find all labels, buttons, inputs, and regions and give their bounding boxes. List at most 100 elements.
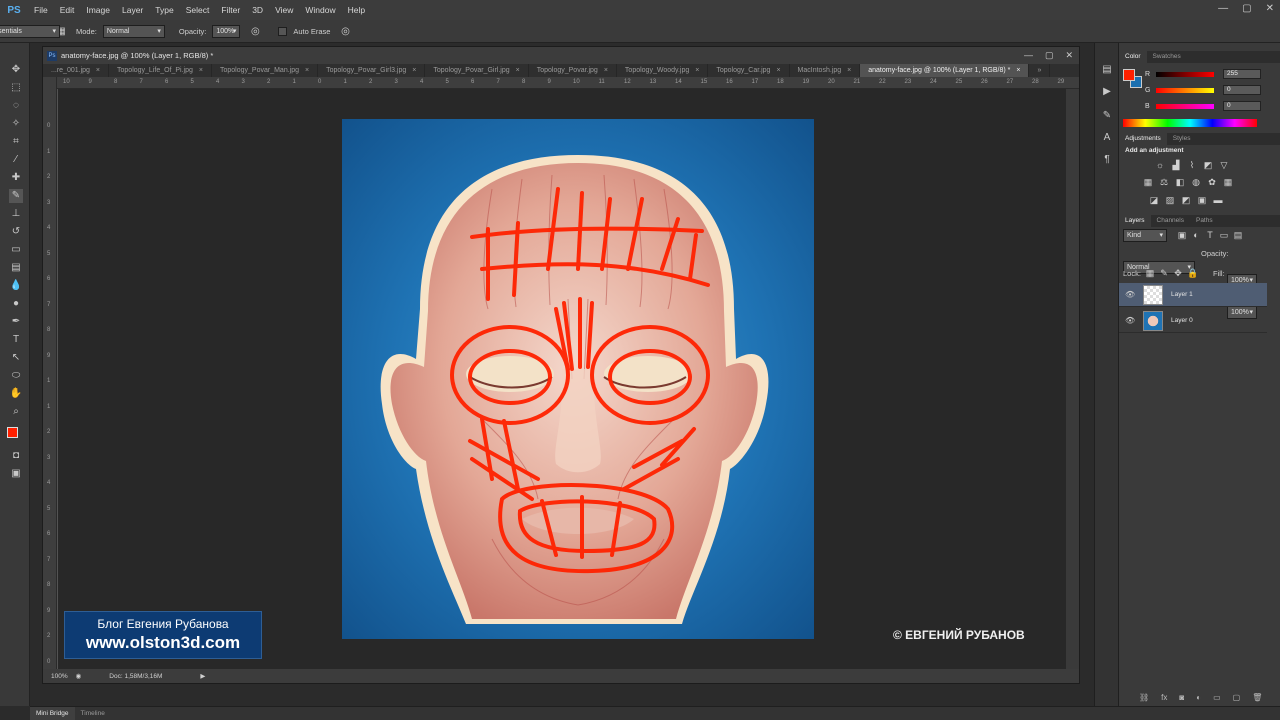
filter-shape-icon[interactable]: ▭ [1219, 230, 1229, 240]
tab-close-icon[interactable]: × [516, 64, 520, 77]
black-white-icon[interactable]: ◧ [1175, 177, 1185, 187]
tab-close-icon[interactable]: × [96, 64, 100, 77]
quick-select-tool-icon[interactable]: ✧ [9, 117, 23, 131]
new-adjustment-icon[interactable]: ◐ [1196, 693, 1201, 702]
tab-close-icon[interactable]: × [412, 64, 416, 77]
menu-filter[interactable]: Filter [215, 5, 246, 15]
menu-3d[interactable]: 3D [246, 5, 269, 15]
pen-tool-icon[interactable]: ✒ [9, 315, 23, 329]
path-select-tool-icon[interactable]: ↖ [9, 351, 23, 365]
gradient-tool-icon[interactable]: ▤ [9, 261, 23, 275]
doc-tab[interactable]: Topology_Povar_Girl.jpg × [425, 64, 529, 77]
menu-select[interactable]: Select [180, 5, 216, 15]
lock-position-icon[interactable]: ✥ [1173, 268, 1183, 278]
lock-image-icon[interactable]: ✎ [1159, 268, 1169, 278]
tab-close-icon[interactable]: × [695, 64, 699, 77]
character-panel-icon[interactable]: A [1100, 131, 1114, 145]
channel-mixer-icon[interactable]: ✿ [1207, 177, 1217, 187]
doc-tab[interactable]: Topology_Povar_Man.jpg × [212, 64, 319, 77]
photo-filter-icon[interactable]: ◍ [1191, 177, 1201, 187]
hue-saturation-icon[interactable]: ▦ [1143, 177, 1153, 187]
blur-tool-icon[interactable]: 💧 [9, 279, 23, 293]
foreground-color-swatch[interactable] [7, 427, 18, 438]
actions-panel-icon[interactable]: ▶ [1100, 85, 1114, 99]
color-foreground-swatch[interactable] [1123, 69, 1135, 81]
tab-swatches[interactable]: Swatches [1147, 51, 1187, 63]
type-tool-icon[interactable]: T [9, 333, 23, 347]
shape-tool-icon[interactable]: ⬭ [9, 369, 23, 383]
tab-close-icon[interactable]: × [776, 64, 780, 77]
blue-slider[interactable]: B 0 [1145, 101, 1275, 111]
vibrance-icon[interactable]: ▽ [1219, 160, 1229, 170]
menu-help[interactable]: Help [342, 5, 371, 15]
move-tool-icon[interactable]: ✥ [9, 63, 23, 77]
dodge-tool-icon[interactable]: ● [9, 297, 23, 311]
tab-mini-bridge[interactable]: Mini Bridge [30, 707, 75, 720]
workspace-select[interactable]: Essentials [0, 25, 60, 38]
gradient-map-icon[interactable]: ▬ [1213, 195, 1223, 205]
pressure-size-icon[interactable]: ◎ [336, 23, 354, 39]
tab-close-icon[interactable]: × [199, 64, 203, 77]
tab-color[interactable]: Color [1119, 51, 1147, 63]
doc-close-icon[interactable]: ✕ [1065, 50, 1073, 61]
tab-styles[interactable]: Styles [1167, 133, 1197, 145]
status-arrow-icon[interactable]: ▶ [200, 672, 205, 680]
mode-select[interactable]: Normal [102, 24, 165, 38]
doc-tab[interactable]: ...re_001.jpg × [43, 64, 110, 77]
tab-layers[interactable]: Layers [1119, 215, 1151, 227]
filter-pixel-icon[interactable]: ▣ [1177, 230, 1187, 240]
doc-tab[interactable]: Topology_Woody.jpg × [617, 64, 709, 77]
filter-type-icon[interactable]: T [1205, 230, 1215, 240]
eye-icon[interactable]: 👁 [1125, 316, 1135, 325]
menu-image[interactable]: Image [80, 5, 116, 15]
eraser-tool-icon[interactable]: ▭ [9, 243, 23, 257]
tab-close-icon[interactable]: × [305, 64, 309, 77]
delete-layer-icon[interactable]: 🗑 [1252, 693, 1262, 702]
tab-close-icon[interactable]: × [847, 64, 851, 77]
screen-mode-icon[interactable]: ▣ [9, 467, 23, 481]
quick-mask-icon[interactable]: ◘ [9, 449, 23, 463]
marquee-tool-icon[interactable]: ⬚ [9, 81, 23, 95]
vertical-scrollbar[interactable] [1066, 89, 1079, 669]
layer-kind-filter[interactable]: Kind [1123, 229, 1167, 242]
posterize-icon[interactable]: ▨ [1165, 195, 1175, 205]
exposure-icon[interactable]: ◩ [1203, 160, 1213, 170]
minimize-icon[interactable]: — [1218, 3, 1228, 14]
opacity-input[interactable]: 100% [212, 24, 241, 38]
doc-tab[interactable]: MacIntosh.jpg × [790, 64, 861, 77]
green-slider[interactable]: G 0 [1145, 85, 1275, 95]
new-layer-icon[interactable]: ▢ [1233, 693, 1241, 702]
blue-value[interactable]: 0 [1223, 101, 1261, 111]
green-value[interactable]: 0 [1223, 85, 1261, 95]
canvas-area[interactable] [58, 89, 1066, 669]
doc-tab[interactable]: Topology_Life_Of_Pi.jpg × [109, 64, 212, 77]
zoom-level[interactable]: 100% [51, 673, 68, 680]
auto-erase-checkbox[interactable] [278, 26, 288, 36]
invert-icon[interactable]: ◪ [1149, 195, 1159, 205]
menu-file[interactable]: File [28, 5, 54, 15]
selective-color-icon[interactable]: ▣ [1197, 195, 1207, 205]
doc-tab-active[interactable]: anatomy-face.jpg @ 100% (Layer 1, RGB/8)… [860, 64, 1030, 77]
history-brush-tool-icon[interactable]: ↺ [9, 225, 23, 239]
link-layers-icon[interactable]: ⛓ [1139, 693, 1149, 702]
red-slider[interactable]: R 255 [1145, 69, 1275, 79]
eyedropper-tool-icon[interactable]: ⁄ [9, 153, 23, 167]
pencil-tool-icon[interactable]: ✎ [9, 189, 23, 203]
tab-timeline[interactable]: Timeline [75, 707, 111, 720]
paragraph-panel-icon[interactable]: ¶ [1100, 153, 1114, 167]
doc-tab[interactable]: Topology_Car.jpg × [708, 64, 790, 77]
history-panel-icon[interactable]: ▤ [1100, 63, 1114, 77]
threshold-icon[interactable]: ◩ [1181, 195, 1191, 205]
menu-layer[interactable]: Layer [116, 5, 149, 15]
layer-row-layer-1[interactable]: 👁 Layer 1 [1119, 283, 1267, 307]
curves-icon[interactable]: ⌇ [1187, 160, 1197, 170]
color-balance-icon[interactable]: ⚖ [1159, 177, 1169, 187]
eye-icon[interactable]: 👁 [1125, 290, 1135, 299]
menu-window[interactable]: Window [299, 5, 341, 15]
doc-tab[interactable]: Topology_Povar_Girl3.jpg × [318, 64, 426, 77]
new-group-icon[interactable]: ▭ [1213, 693, 1221, 702]
tab-channels[interactable]: Channels [1151, 215, 1190, 227]
tabs-overflow-icon[interactable]: » [1029, 64, 1051, 77]
brightness-icon[interactable]: ☼ [1155, 160, 1165, 170]
doc-tab[interactable]: Topology_Povar.jpg × [529, 64, 617, 77]
